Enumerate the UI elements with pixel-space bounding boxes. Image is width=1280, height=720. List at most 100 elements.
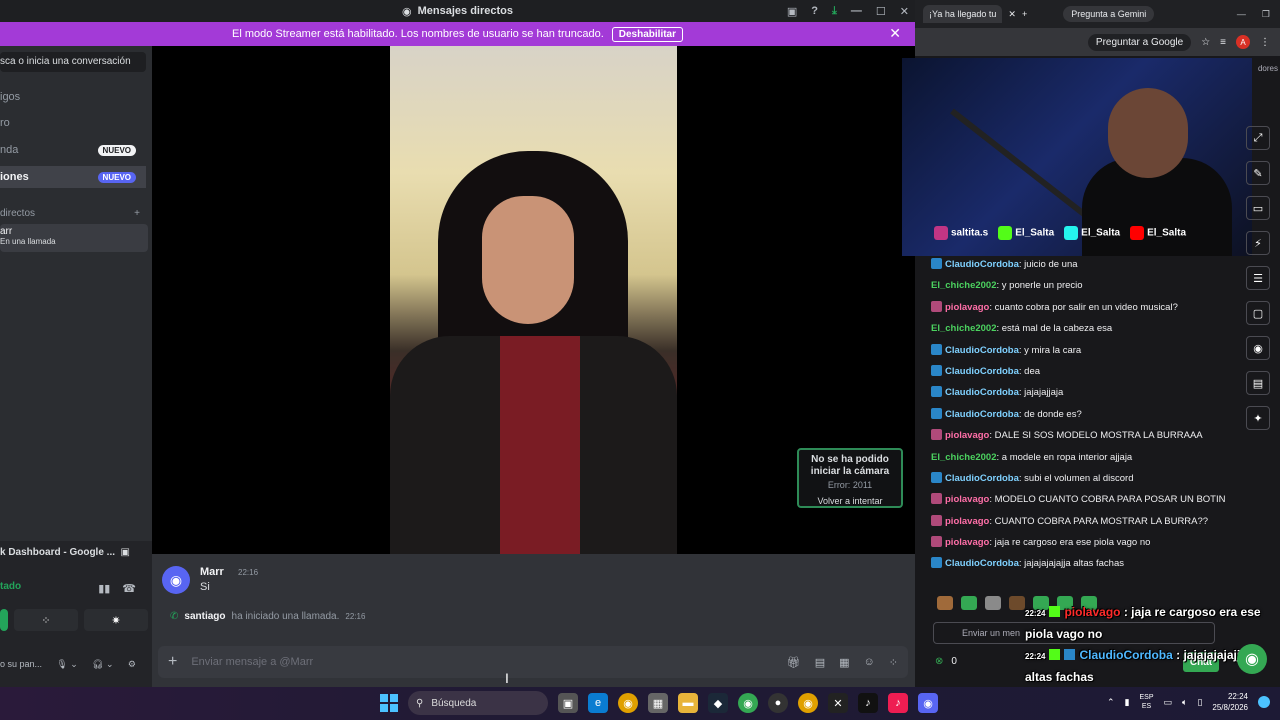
chrome-icon[interactable]: ◉	[618, 693, 638, 713]
card-icon[interactable]: ▭	[1246, 196, 1270, 220]
avatar[interactable]: ◉	[162, 566, 190, 594]
edge-icon[interactable]: e	[588, 693, 608, 713]
fullscreen-icon[interactable]: ⤢	[1246, 126, 1270, 150]
store-icon[interactable]: ▦	[648, 693, 668, 713]
broadcast-icon[interactable]: ◉	[1246, 336, 1270, 360]
volume-icon[interactable]: 🔈︎	[1182, 697, 1187, 708]
capcut-icon[interactable]: ✕	[828, 693, 848, 713]
chat-username[interactable]: piolavago	[945, 537, 989, 548]
close-tab-icon[interactable]: ✕	[1008, 9, 1016, 20]
minimize-button[interactable]: —	[851, 5, 862, 17]
battery-icon[interactable]: ▯	[1197, 697, 1202, 708]
activities-button[interactable]: ⁘	[14, 609, 78, 631]
app-icon[interactable]: ♪	[888, 693, 908, 713]
start-button[interactable]	[380, 694, 398, 712]
mic-tray-icon[interactable]: ▮	[1125, 697, 1130, 708]
comment-icon[interactable]: ▢	[1246, 301, 1270, 325]
apps-icon[interactable]: ⁘	[889, 656, 898, 669]
chat-username[interactable]: ClaudioCordoba	[945, 366, 1019, 377]
ask-google-button[interactable]: Preguntar a Google	[1087, 33, 1192, 51]
restore-button[interactable]: ❐	[1262, 9, 1270, 20]
gemini-button[interactable]: Pregunta a Gemini	[1063, 6, 1155, 22]
notification-icon[interactable]	[1258, 696, 1270, 708]
chat-username[interactable]: ClaudioCordoba	[945, 345, 1019, 356]
settings-icon[interactable]: ⚙	[128, 659, 136, 670]
disconnect-icon[interactable]: ☎	[122, 582, 136, 595]
bolt-icon[interactable]: ⚡	[1246, 231, 1270, 255]
tiktok-icon[interactable]: ♪	[858, 693, 878, 713]
camera-button[interactable]	[0, 609, 8, 631]
add-attachment-icon[interactable]: +	[168, 653, 177, 671]
chrome-profile-icon[interactable]: ◉	[738, 693, 758, 713]
sidebar-item-friends[interactable]: igos	[0, 86, 146, 108]
chat-username[interactable]: piolavago	[945, 494, 989, 505]
profile-avatar[interactable]: A	[1236, 35, 1250, 49]
chat-username[interactable]: El_chiche2002	[931, 452, 997, 463]
maximize-button[interactable]: ☐	[876, 5, 886, 18]
network-icon[interactable]: ▭	[1164, 697, 1173, 708]
sidebar-item-nitro[interactable]: ro	[0, 112, 146, 134]
chat-username[interactable]: piolavago	[945, 430, 989, 441]
language-indicator[interactable]: ESP ES	[1140, 693, 1154, 711]
emote-icon[interactable]	[985, 596, 1001, 610]
steam-icon[interactable]: ◆	[708, 693, 728, 713]
disable-streamer-button[interactable]: Deshabilitar	[611, 26, 684, 42]
sidebar-item-shop[interactable]: nda NUEVO	[0, 139, 146, 161]
emote-icon[interactable]	[1009, 596, 1025, 610]
menu-icon[interactable]: ≡	[1220, 37, 1226, 48]
clock[interactable]: 22:24 25/8/2026	[1212, 691, 1248, 713]
headphones-icon[interactable]: 🎧︎ ⌄	[92, 659, 113, 670]
points-icon[interactable]: ⊗	[935, 656, 943, 667]
user-badge-icon	[931, 536, 942, 548]
close-banner-icon[interactable]: ✕	[889, 25, 901, 42]
download-icon[interactable]: ⤓	[832, 5, 837, 18]
chat-username[interactable]: ClaudioCordoba	[945, 409, 1019, 420]
add-dm-icon[interactable]: +	[134, 208, 140, 219]
chat-username[interactable]: piolavago	[945, 302, 989, 313]
browser-tabstrip: ¡Ya ha llegado tu ✕ + Pregunta a Gemini …	[915, 0, 1280, 28]
retry-button[interactable]: Volver a intentar	[799, 496, 901, 506]
sidebar-item-missions[interactable]: iones NUEVO	[0, 166, 146, 188]
camera-error-card: No se ha podido iniciar la cámara Error: …	[797, 448, 903, 508]
emoji-icon[interactable]: ☺	[864, 656, 875, 669]
soundboard-button[interactable]: ✷	[84, 609, 148, 631]
github-icon[interactable]: ●	[768, 693, 788, 713]
message-author[interactable]: Marr	[200, 566, 224, 578]
new-tab-icon[interactable]: +	[1022, 9, 1027, 19]
star-icon[interactable]: ☆	[1201, 37, 1210, 48]
chrome-alt-icon[interactable]: ◉	[798, 693, 818, 713]
taskbar-search[interactable]: ⚲ Búsqueda	[408, 691, 548, 715]
more-icon[interactable]: ⋮	[1260, 37, 1270, 48]
message-composer[interactable]: + Enviar mensaje a @Marr 🎁︎ ▤ ▦ ☺ ⁘	[158, 646, 908, 678]
close-window-button[interactable]: ✕	[900, 5, 909, 18]
dm-item[interactable]: arr En una llamada	[0, 224, 148, 252]
chat-username[interactable]: ClaudioCordoba	[945, 473, 1019, 484]
discord-taskbar-icon[interactable]: ◉	[918, 693, 938, 713]
folder-icon[interactable]: ▬	[678, 693, 698, 713]
screen-icon[interactable]: ▣	[787, 5, 797, 18]
stream-icon[interactable]: ▣	[121, 547, 130, 558]
storage-icon[interactable]: ▤	[1246, 371, 1270, 395]
chat-username[interactable]: piolavago	[945, 516, 989, 527]
chat-username[interactable]: ClaudioCordoba	[945, 259, 1019, 270]
browser-tab[interactable]: ¡Ya ha llegado tu	[923, 5, 1003, 23]
chat-username[interactable]: El_chiche2002	[931, 323, 997, 334]
emote-icon[interactable]	[961, 596, 977, 610]
gif-icon[interactable]: ▤	[815, 656, 825, 669]
task-view-icon[interactable]: ▣	[558, 693, 578, 713]
wrench-icon[interactable]: ✦	[1246, 406, 1270, 430]
pen-icon[interactable]: ✎	[1246, 161, 1270, 185]
emote-icon[interactable]	[937, 596, 953, 610]
sticker-icon[interactable]: ▦	[839, 656, 849, 669]
help-icon[interactable]: ?	[811, 5, 818, 17]
gift-icon[interactable]: 🎁︎	[787, 656, 801, 669]
chat-username[interactable]: ClaudioCordoba	[945, 558, 1019, 569]
mic-icon[interactable]: 🎙︎ ⌄	[56, 659, 77, 670]
signal-icon[interactable]: ▮▮	[98, 582, 110, 595]
chat-username[interactable]: ClaudioCordoba	[945, 387, 1019, 398]
chat-username[interactable]: El_chiche2002	[931, 280, 997, 291]
minimize-button[interactable]: —	[1237, 9, 1246, 20]
chevron-up-icon[interactable]: ⌃	[1107, 697, 1115, 708]
list-icon[interactable]: ☰	[1246, 266, 1270, 290]
search-conversation-button[interactable]: sca o inicia una conversación	[0, 52, 146, 72]
